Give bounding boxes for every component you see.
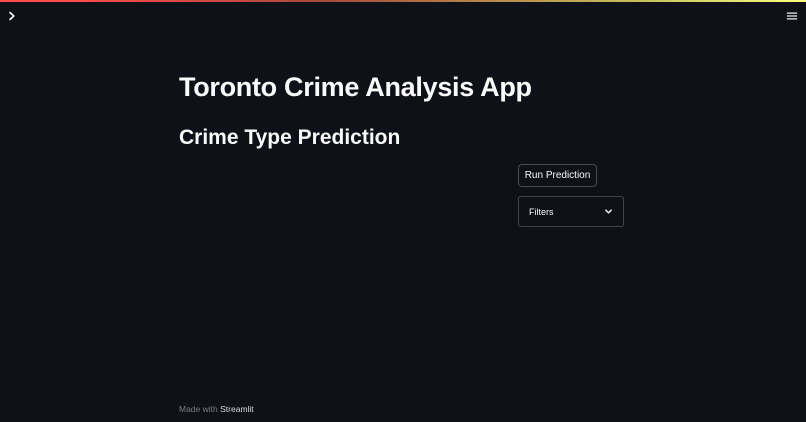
page-title: Toronto Crime Analysis App <box>179 72 532 102</box>
chevron-right-icon <box>9 11 15 21</box>
footer: Made with Streamlit <box>179 404 254 414</box>
filters-expander-label: Filters <box>529 206 554 217</box>
filters-expander[interactable]: Filters <box>518 196 624 227</box>
run-prediction-button[interactable]: Run Prediction <box>518 164 597 187</box>
footer-made-with: Made with <box>179 404 218 414</box>
hamburger-menu-icon <box>787 12 797 20</box>
footer-streamlit-link[interactable]: Streamlit <box>220 404 254 414</box>
chevron-down-icon <box>603 207 613 217</box>
main-menu-button[interactable] <box>784 8 800 24</box>
sidebar-toggle-button[interactable] <box>4 8 20 24</box>
app-root: Toronto Crime Analysis App Crime Type Pr… <box>0 0 806 422</box>
header-decoration-bar <box>0 0 806 2</box>
section-header: Crime Type Prediction <box>179 126 401 149</box>
